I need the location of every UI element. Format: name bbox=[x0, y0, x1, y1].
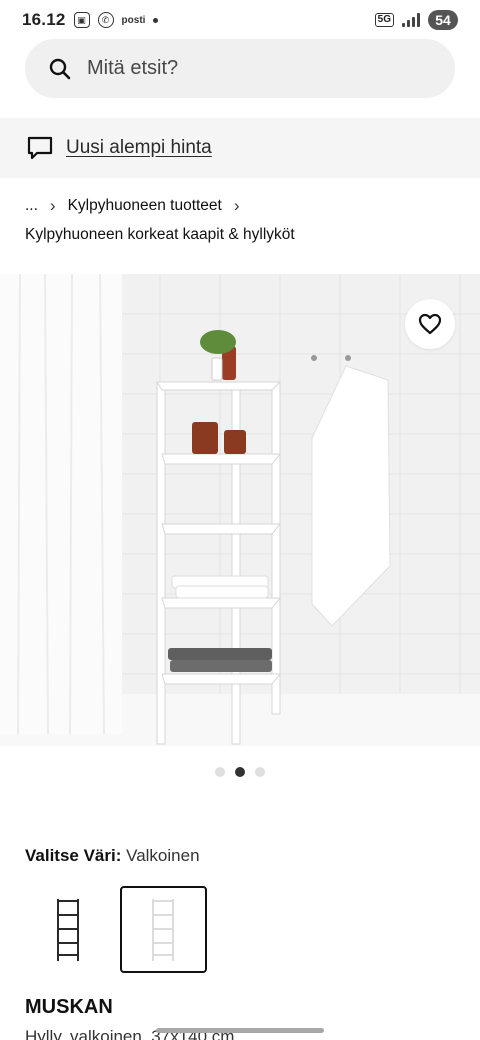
promo-banner: Uusi alempi hinta bbox=[0, 118, 480, 178]
shelf-thumbnail-dark bbox=[56, 898, 79, 961]
breadcrumb-ellipsis[interactable]: ... bbox=[25, 193, 38, 218]
lower-price-link[interactable]: Uusi alempi hinta bbox=[66, 137, 212, 159]
heart-icon bbox=[418, 313, 442, 335]
status-right: 5G 54 bbox=[374, 10, 458, 30]
more-notifications-icon bbox=[153, 17, 159, 23]
breadcrumb-current[interactable]: Kylpyhuoneen korkeat kaapit & hyllyköt bbox=[25, 222, 465, 247]
product-image[interactable] bbox=[0, 274, 480, 746]
color-selected-value: Valkoinen bbox=[126, 846, 200, 865]
wishlist-button[interactable] bbox=[405, 299, 455, 349]
color-selection-label: Valitse Väri: Valkoinen bbox=[25, 846, 200, 866]
status-bar: 16.12 ▣ ✆ posti 5G 54 bbox=[0, 0, 480, 40]
gallery-notification-icon: ▣ bbox=[73, 12, 90, 28]
breadcrumb-item-bathroom-products[interactable]: Kylpyhuoneen tuotteet bbox=[68, 193, 222, 218]
breadcrumb-row: ... › Kylpyhuoneen tuotteet › bbox=[25, 193, 465, 218]
status-time: 16.12 bbox=[22, 10, 66, 29]
carousel-dot-1[interactable] bbox=[215, 767, 225, 777]
color-label: Valitse Väri: bbox=[25, 846, 122, 865]
home-indicator[interactable] bbox=[156, 1028, 324, 1033]
shelf-thumbnail-white bbox=[151, 898, 174, 961]
carousel-dot-3[interactable] bbox=[255, 767, 265, 777]
signal-icon bbox=[402, 13, 420, 27]
product-name: MUSKAN bbox=[25, 996, 113, 1018]
search-placeholder: Mitä etsit? bbox=[87, 57, 179, 79]
color-swatch-white-selected[interactable] bbox=[120, 886, 207, 973]
breadcrumb: ... › Kylpyhuoneen tuotteet › Kylpyhuone… bbox=[25, 193, 465, 247]
color-swatches bbox=[25, 886, 207, 973]
color-swatch-black-brown[interactable] bbox=[25, 886, 112, 973]
carousel-dot-2-active[interactable] bbox=[235, 767, 245, 777]
battery-indicator: 54 bbox=[428, 10, 458, 30]
image-carousel-indicator bbox=[0, 767, 480, 777]
search-input[interactable]: Mitä etsit? bbox=[25, 39, 455, 98]
breadcrumb-separator: › bbox=[233, 196, 240, 215]
product-photo-shelf bbox=[0, 274, 480, 746]
breadcrumb-separator: › bbox=[49, 196, 56, 215]
search-icon bbox=[49, 58, 71, 79]
whatsapp-notification-icon: ✆ bbox=[97, 12, 114, 28]
posti-notification: posti bbox=[121, 14, 146, 26]
network-type: 5G bbox=[374, 13, 394, 27]
status-left: 16.12 ▣ ✆ posti bbox=[22, 10, 159, 30]
chat-bubble-icon bbox=[27, 136, 53, 160]
